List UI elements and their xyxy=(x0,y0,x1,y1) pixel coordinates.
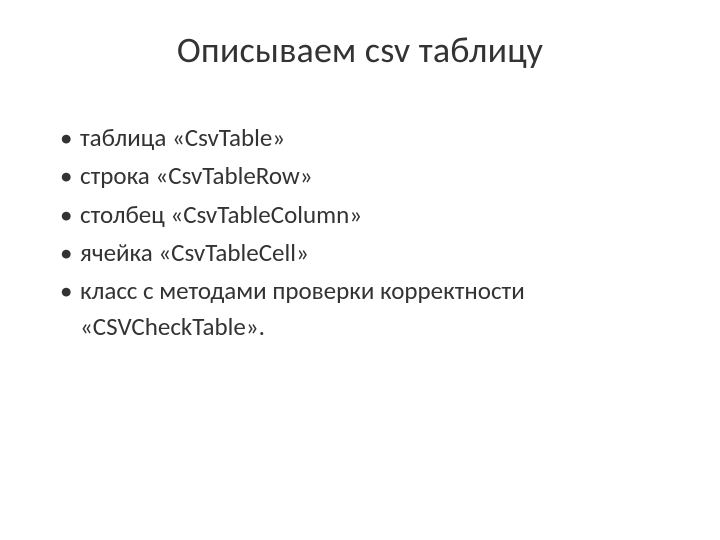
bullet-list: таблица «CsvTable» строка «CsvTableRow» … xyxy=(48,120,672,346)
slide-container: Описываем csv таблицу таблица «CsvTable»… xyxy=(0,0,720,540)
list-item: таблица «CsvTable» xyxy=(56,120,672,156)
list-item: строка «CsvTableRow» xyxy=(56,158,672,194)
list-item: ячейка «CsvTableCell» xyxy=(56,235,672,271)
slide-title: Описываем csv таблицу xyxy=(48,28,672,72)
list-item: класс с методами проверки корректности «… xyxy=(56,273,672,346)
list-item: столбец «CsvTableColumn» xyxy=(56,197,672,233)
